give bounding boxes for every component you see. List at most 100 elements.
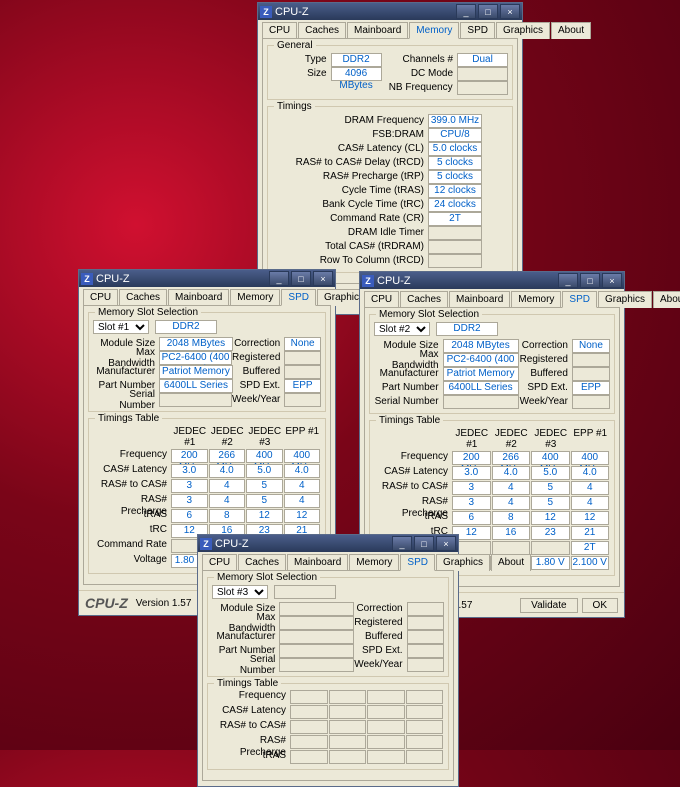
minimize-button[interactable]: _: [558, 273, 578, 288]
general-group: General Type DDR2 Channels # Dual Size 4…: [267, 45, 513, 100]
tab-memory[interactable]: Memory: [230, 289, 280, 306]
nbfreq-value: [457, 81, 508, 95]
timing-cell: 4.0: [284, 464, 321, 478]
tab-cpu[interactable]: CPU: [83, 289, 118, 306]
timing-cell: 3: [171, 479, 208, 493]
timing-label: RAS# to CAS# Delay (tRCD): [272, 157, 428, 168]
tab-caches[interactable]: Caches: [298, 22, 346, 39]
info-value: [407, 658, 444, 672]
timing-value: 5 clocks: [428, 170, 482, 184]
tab-memory[interactable]: Memory: [511, 291, 561, 308]
slot-select[interactable]: Slot #1: [93, 320, 149, 334]
info-label: Buffered: [354, 631, 406, 642]
info-value: [407, 616, 444, 630]
info-value: EPP 1.0: [572, 381, 610, 395]
tab-spd[interactable]: SPD: [281, 289, 316, 306]
timings-group: Timings DRAM Frequency399.0 MHzFSB:DRAMC…: [267, 106, 513, 273]
tab-caches[interactable]: Caches: [400, 291, 448, 308]
titlebar[interactable]: Z CPU-Z _ □ ×: [360, 272, 624, 289]
timing-cell: 400 MHz: [246, 449, 283, 463]
col-header: EPP #1: [284, 425, 322, 449]
tab-about[interactable]: About: [551, 22, 591, 39]
timing-row-label: tRAS: [93, 509, 171, 521]
timing-cell: 21: [571, 526, 610, 540]
info-label: Week/Year: [232, 394, 284, 405]
tab-graphics[interactable]: Graphics: [436, 554, 490, 571]
tab-spd[interactable]: SPD: [460, 22, 495, 39]
close-button[interactable]: ×: [436, 536, 456, 551]
titlebar-text: CPU-Z: [275, 6, 456, 18]
group-title: General: [274, 40, 316, 51]
tab-cpu[interactable]: CPU: [262, 22, 297, 39]
tab-mainboard[interactable]: Mainboard: [449, 291, 510, 308]
minimize-button[interactable]: _: [456, 4, 476, 19]
tab-mainboard[interactable]: Mainboard: [168, 289, 229, 306]
tab-caches[interactable]: Caches: [238, 554, 286, 571]
timing-cell: [329, 735, 367, 749]
info-value: None: [572, 339, 610, 353]
close-button[interactable]: ×: [313, 271, 333, 286]
info-label: SPD Ext.: [354, 645, 406, 656]
slot-select[interactable]: Slot #3: [212, 585, 268, 599]
tab-cpu[interactable]: CPU: [364, 291, 399, 308]
timing-row-label: RAS# Precharge: [374, 496, 452, 508]
tab-memory[interactable]: Memory: [349, 554, 399, 571]
col-header: JEDEC #2: [209, 425, 247, 449]
info-value: [279, 616, 354, 630]
timing-cell: 12: [571, 511, 610, 525]
info-value: PC2-6400 (400 MHz): [159, 351, 232, 365]
info-label: SPD Ext.: [519, 382, 572, 393]
minimize-button[interactable]: _: [392, 536, 412, 551]
tab-cpu[interactable]: CPU: [202, 554, 237, 571]
titlebar[interactable]: Z CPU-Z _ □ ×: [258, 3, 522, 20]
ok-button[interactable]: OK: [582, 598, 618, 613]
maximize-button[interactable]: □: [478, 4, 498, 19]
timing-cell: [367, 735, 405, 749]
maximize-button[interactable]: □: [414, 536, 434, 551]
tab-graphics[interactable]: Graphics: [598, 291, 652, 308]
close-button[interactable]: ×: [602, 273, 622, 288]
dcmode-label: DC Mode: [382, 68, 458, 79]
info-value: [279, 644, 354, 658]
tab-bar: CPUCachesMainboardMemorySPDGraphicsAbout: [79, 287, 335, 306]
timing-cell: 200 MHz: [452, 451, 491, 465]
tab-mainboard[interactable]: Mainboard: [347, 22, 408, 39]
tab-spd[interactable]: SPD: [400, 554, 435, 571]
tab-about[interactable]: About: [491, 554, 531, 571]
tab-memory[interactable]: Memory: [409, 22, 459, 39]
tab-spd[interactable]: SPD: [562, 291, 597, 308]
tab-about[interactable]: About: [653, 291, 680, 308]
timing-cell: 4: [284, 494, 321, 508]
timing-cell: [406, 735, 444, 749]
timing-row-label: CAS# Latency: [374, 466, 452, 478]
info-label: Correction: [519, 340, 572, 351]
tab-mainboard[interactable]: Mainboard: [287, 554, 348, 571]
tab-caches[interactable]: Caches: [119, 289, 167, 306]
info-value: [279, 602, 354, 616]
tab-graphics[interactable]: Graphics: [496, 22, 550, 39]
tab-content: General Type DDR2 Channels # Dual Size 4…: [262, 38, 518, 284]
timing-cell: [290, 690, 328, 704]
minimize-button[interactable]: _: [269, 271, 289, 286]
timing-cell: 200 MHz: [171, 449, 208, 463]
close-button[interactable]: ×: [500, 4, 520, 19]
titlebar[interactable]: Z CPU-Z _ □ ×: [79, 270, 335, 287]
maximize-button[interactable]: □: [580, 273, 600, 288]
titlebar[interactable]: Z CPU-Z _ □ ×: [198, 535, 458, 552]
info-label: Week/Year: [519, 396, 572, 407]
col-header: JEDEC #3: [531, 427, 571, 451]
size-label: Size: [272, 68, 331, 79]
slot-type-value: DDR2: [436, 322, 498, 336]
info-label: Serial Number: [212, 654, 279, 676]
cpuz-spd-window-slot3: Z CPU-Z _ □ × CPUCachesMainboardMemorySP…: [197, 534, 459, 787]
group-title: Memory Slot Selection: [95, 307, 201, 318]
timing-value: 12 clocks: [428, 184, 482, 198]
timing-cell: [367, 750, 405, 764]
validate-button[interactable]: Validate: [520, 598, 577, 613]
timing-value: 24 clocks: [428, 198, 482, 212]
timing-row-label: tRAS: [212, 750, 290, 762]
timing-cell: [367, 720, 405, 734]
slot-select[interactable]: Slot #2: [374, 322, 430, 336]
info-label: Manufacturer: [212, 631, 279, 642]
maximize-button[interactable]: □: [291, 271, 311, 286]
